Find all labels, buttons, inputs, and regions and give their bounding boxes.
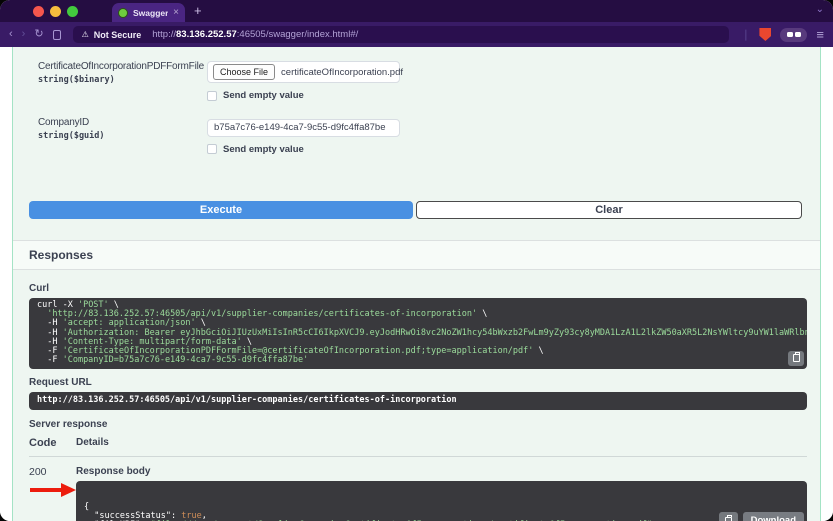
send-empty-value-label: Send empty value xyxy=(223,90,304,101)
param-row-certificate: CertificateOfIncorporationPDFFormFile st… xyxy=(38,61,820,101)
url-text[interactable]: http://83.136.252.57:46505/swagger/index… xyxy=(152,29,358,40)
copy-curl-button[interactable] xyxy=(788,350,804,366)
private-window-icon[interactable] xyxy=(780,27,808,42)
tab-title: Swagger UI xyxy=(133,7,169,18)
code-column-header: Code xyxy=(29,436,57,449)
file-input[interactable]: Choose File certificateOfIncorporation.p… xyxy=(207,61,404,83)
post-operation-block: CertificateOfIncorporationPDFFormFile st… xyxy=(12,47,821,521)
request-url-value: http://83.136.252.57:46505/api/v1/suppli… xyxy=(29,391,807,410)
back-icon[interactable]: ‹ xyxy=(9,29,13,40)
execute-wrapper: Execute Clear xyxy=(29,200,802,219)
param-type: string($binary) xyxy=(38,75,115,85)
swagger-page: CertificateOfIncorporationPDFFormFile st… xyxy=(0,47,833,521)
reload-icon[interactable]: ↻ xyxy=(34,29,43,40)
close-window-button[interactable] xyxy=(33,5,44,17)
param-row-companyid: CompanyID string($guid) Send empty value xyxy=(38,117,820,155)
companyid-input[interactable] xyxy=(207,118,400,137)
details-column-header: Details xyxy=(76,436,109,448)
param-type: string($guid) xyxy=(38,131,105,141)
response-body-label: Response body xyxy=(76,465,151,477)
send-empty-value-checkbox[interactable] xyxy=(207,90,217,101)
response-row: 200 Response body { "successStatus": tru… xyxy=(29,466,807,521)
curl-command-block: curl -X 'POST' \ 'http://83.136.252.57:4… xyxy=(29,297,807,369)
minimize-window-button[interactable] xyxy=(50,5,61,17)
swagger-favicon-icon xyxy=(118,7,128,18)
browser-tab[interactable]: Swagger UI × xyxy=(112,3,185,22)
annotation-arrow xyxy=(30,488,62,492)
brave-shield-icon[interactable] xyxy=(759,28,772,41)
send-empty-value-checkbox[interactable] xyxy=(207,144,217,154)
download-button[interactable]: Download xyxy=(742,511,804,521)
server-response-label: Server response xyxy=(29,418,108,430)
new-tab-button[interactable]: + xyxy=(194,3,202,18)
choose-file-button[interactable]: Choose File xyxy=(213,64,276,80)
titlebar: Swagger UI × + ⌄ xyxy=(0,0,833,22)
toolbar-separator: ❘ xyxy=(741,29,751,41)
request-url-label: Request URL xyxy=(29,376,92,388)
param-name: CertificateOfIncorporationPDFFormFile xyxy=(38,61,204,72)
window-controls[interactable] xyxy=(33,5,78,17)
copy-response-button[interactable] xyxy=(718,511,738,521)
response-table-header: Code Details xyxy=(29,437,807,457)
responses-title: Responses xyxy=(29,247,94,262)
annotation-arrow-head xyxy=(61,483,76,497)
execute-button[interactable]: Execute xyxy=(29,200,413,219)
address-bar[interactable]: ⚠ Not Secure http://83.136.252.57:46505/… xyxy=(72,26,730,43)
browser-toolbar: ‹ › ↻ ⚠ Not Secure http://83.136.252.57:… xyxy=(0,22,833,47)
not-secure-label[interactable]: Not Secure xyxy=(94,30,142,40)
bookmark-icon[interactable] xyxy=(52,29,61,40)
response-body-json: { "successStatus": true, "fileURI": "fil… xyxy=(84,501,657,521)
close-tab-icon[interactable]: × xyxy=(173,7,179,18)
parameters-section: CertificateOfIncorporationPDFFormFile st… xyxy=(13,47,820,155)
browser-window: Swagger UI × + ⌄ ‹ › ↻ ⚠ Not Secure http… xyxy=(0,0,833,521)
clear-button[interactable]: Clear xyxy=(416,200,802,219)
zoom-window-button[interactable] xyxy=(67,5,78,17)
send-empty-value-label: Send empty value xyxy=(223,143,304,155)
forward-icon[interactable]: › xyxy=(22,29,26,40)
responses-section: Curl curl -X 'POST' \ 'http://83.136.252… xyxy=(13,270,820,521)
tab-search-icon[interactable]: ⌄ xyxy=(816,4,824,15)
clipboard-icon xyxy=(792,352,800,363)
responses-header: Responses xyxy=(13,239,820,270)
menu-icon[interactable]: ≡ xyxy=(816,28,824,41)
chosen-file-name: certificateOfIncorporation.pdf xyxy=(281,66,404,78)
curl-label: Curl xyxy=(29,282,49,294)
response-body-block: { "successStatus": true, "fileURI": "fil… xyxy=(76,480,807,521)
clipboard-icon xyxy=(724,514,732,521)
param-name: CompanyID xyxy=(38,117,89,128)
warning-icon: ⚠ xyxy=(81,30,89,39)
